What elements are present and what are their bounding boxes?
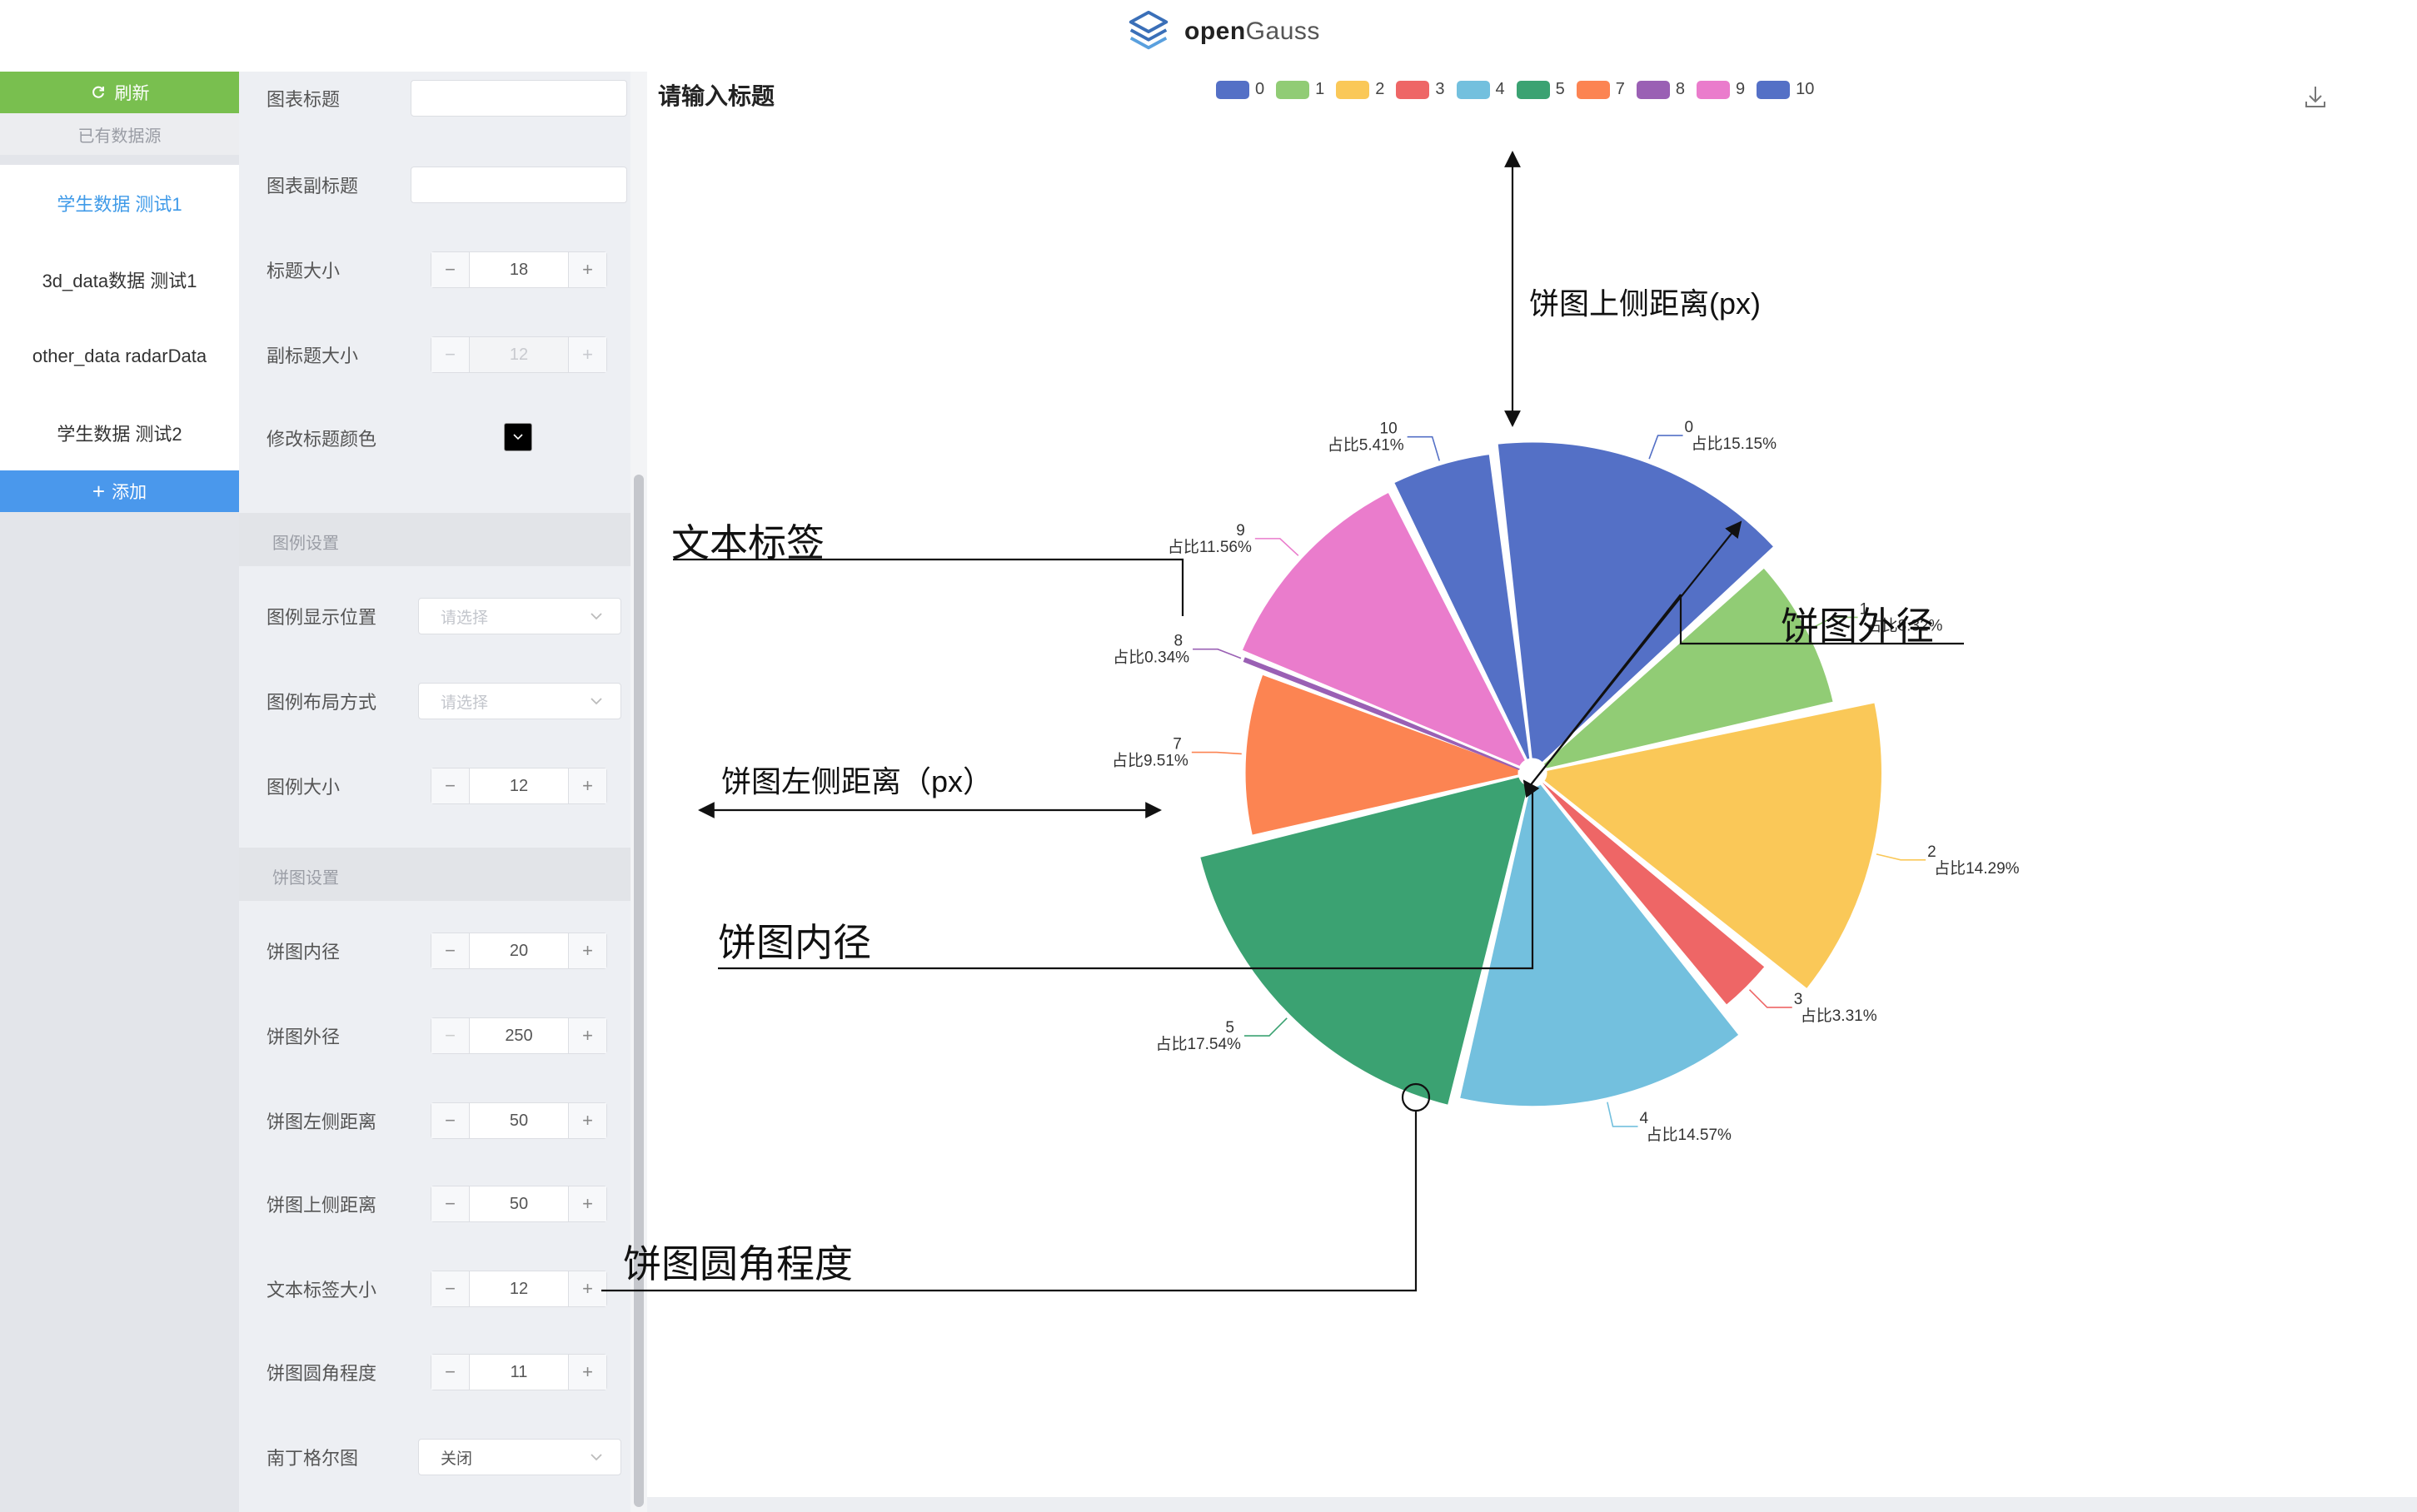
label-leader-line	[1193, 648, 1242, 659]
annotation-inner-radius: 饼图内径	[718, 921, 871, 964]
slice-percent-label: 占比0.34%	[1113, 649, 1189, 667]
slice-category-label: 7	[1173, 736, 1182, 754]
slice-percent-label: 占比9.51%	[1112, 752, 1189, 770]
slice-percent-label: 占比14.57%	[1647, 1126, 1732, 1144]
slice-percent-label: 占比11.56%	[1168, 538, 1252, 556]
slice-category-label: 2	[1927, 843, 1936, 861]
slice-category-label: 10	[1380, 420, 1398, 438]
slice-percent-label: 占比5.41%	[1328, 436, 1404, 455]
pie-chart: 0占比15.15%1占比8.32%2占比14.29%3占比3.31%4占比14.…	[601, 151, 2020, 1292]
label-leader-line	[1748, 989, 1792, 1008]
annotation-text-label: 文本标签	[671, 521, 825, 565]
annotation-corner-radius: 饼图圆角程度	[623, 1242, 853, 1286]
slice-percent-label: 占比3.31%	[1801, 1007, 1877, 1025]
annotation-outer-radius: 饼图外径	[1781, 604, 1934, 648]
app-window: openGauss 刷新 已有数据源 学生数据 测试1 3d_data数据 测试…	[0, 0, 2417, 1512]
label-leader-line	[1876, 853, 1926, 861]
slice-category-label: 8	[1174, 633, 1183, 650]
label-leader-line	[1254, 538, 1299, 556]
label-leader-line	[1243, 1017, 1288, 1037]
slice-category-label: 3	[1794, 991, 1803, 1008]
annotation-left-distance: 饼图左侧距离（px）	[721, 764, 994, 798]
slice-category-label: 9	[1236, 522, 1245, 540]
label-leader-line	[1607, 1102, 1638, 1127]
label-leader-line	[1407, 435, 1441, 461]
slice-percent-label: 占比14.29%	[1934, 859, 2020, 878]
slice-category-label: 4	[1640, 1110, 1649, 1127]
label-leader-line	[1191, 751, 1242, 755]
slice-category-label: 5	[1225, 1019, 1234, 1037]
slice-category-label: 0	[1685, 419, 1694, 436]
slice-percent-label: 占比15.15%	[1692, 435, 1777, 453]
annotation-top-distance: 饼图上侧距离(px)	[1529, 286, 1761, 321]
slice-percent-label: 占比17.54%	[1156, 1035, 1242, 1053]
label-leader-line	[1648, 435, 1683, 460]
text-label-leader	[673, 558, 1184, 616]
